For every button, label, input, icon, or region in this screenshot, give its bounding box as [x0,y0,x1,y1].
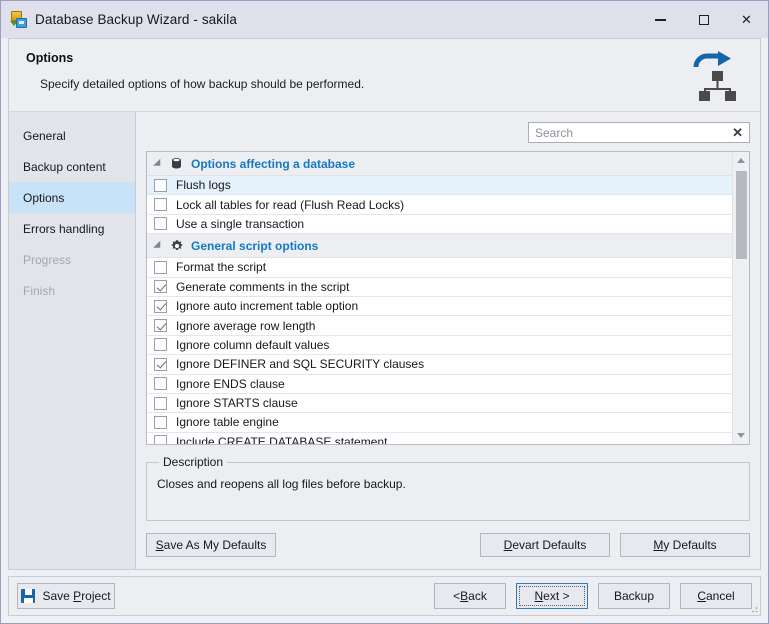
floppy-save-icon [21,589,36,603]
option-label: Lock all tables for read (Flush Read Loc… [176,197,405,212]
option-label: Flush logs [176,178,231,193]
checkbox[interactable] [154,377,167,391]
options-list-body: Options affecting a database Flush logs … [147,152,732,444]
option-label: Ignore table engine [176,415,279,430]
window-controls: ✕ [639,1,768,38]
option-row-use-a-single-transaction[interactable]: Use a single transaction [147,215,732,235]
save-project-button[interactable]: Save Project [17,583,115,609]
group-header-general-script-options[interactable]: General script options [147,234,732,259]
group-label: Options affecting a database [191,156,356,171]
sidebar-item-finish: Finish [23,283,56,298]
gear-icon [169,238,184,253]
option-label: Generate comments in the script [176,279,350,294]
options-content: ✕ [136,112,760,569]
option-label: Format the script [176,260,267,275]
search-row: ✕ [146,122,750,143]
search-input[interactable] [535,125,732,140]
checkbox[interactable] [154,299,167,313]
sidebar-item-progress: Progress [23,252,72,267]
option-row-generate-comments-in-the-script[interactable]: Generate comments in the script [147,278,732,297]
checkbox[interactable] [154,338,167,352]
option-row-ignore-definer-and-sql-security-clauses[interactable]: Ignore DEFINER and SQL SECURITY clauses [147,355,732,375]
option-row-lock-all-tables-for-read[interactable]: Lock all tables for read (Flush Read Loc… [147,195,732,215]
wizard-header: Options Specify detailed options of how … [8,38,761,111]
checkbox[interactable] [154,178,167,192]
scrollbar-thumb[interactable] [735,171,747,259]
option-row-include-create-database-statement[interactable]: Include CREATE DATABASE statement [147,433,732,444]
group-label: General script options [191,238,319,253]
scroll-down-arrow-icon[interactable] [733,427,750,444]
save-project-label: Save Project [42,589,111,603]
back-button[interactable]: < Back [434,583,506,609]
option-row-ignore-table-engine[interactable]: Ignore table engine [147,413,732,433]
clear-search-icon[interactable]: ✕ [731,126,744,139]
page-subtitle: Specify detailed options of how backup s… [40,77,365,91]
option-row-flush-logs[interactable]: Flush logs [147,176,732,196]
devart-defaults-button[interactable]: Devart Defaults [480,533,610,557]
option-label: Include CREATE DATABASE statement [176,434,388,444]
scrollbar-track[interactable] [733,169,750,427]
option-label: Ignore average row length [176,318,316,333]
maximize-icon [698,14,709,25]
wizard-footer: Save Project < Back Next > Backup Cancel [8,576,761,616]
defaults-buttons-row: Save As My Defaults Devart Defaults My D… [146,533,750,557]
title-bar: Database Backup Wizard - sakila ✕ [1,1,768,38]
options-list: Options affecting a database Flush logs … [146,151,750,445]
database-icon [169,156,184,171]
option-row-ignore-auto-increment-table-option[interactable]: Ignore auto increment table option [147,297,732,317]
checkbox[interactable] [154,198,167,212]
checkbox[interactable] [154,396,167,410]
backup-hierarchy-icon [690,51,742,101]
sidebar-item-general[interactable]: General [9,120,135,151]
save-as-my-defaults-button[interactable]: Save As My Defaults [146,533,276,557]
group-header-options-affecting-a-database[interactable]: Options affecting a database [147,152,732,176]
collapse-triangle-icon[interactable] [153,158,164,169]
option-label: Use a single transaction [176,216,305,231]
option-row-ignore-starts-clause[interactable]: Ignore STARTS clause [147,394,732,414]
window-title: Database Backup Wizard - sakila [35,12,237,27]
checkbox[interactable] [154,319,167,333]
checkbox[interactable] [154,260,167,274]
resize-grip-icon[interactable] [748,603,758,613]
option-label: Ignore STARTS clause [176,396,298,411]
search-box[interactable]: ✕ [528,122,750,143]
option-row-format-the-script[interactable]: Format the script [147,258,732,278]
my-defaults-button[interactable]: My Defaults [620,533,750,557]
maximize-button[interactable] [682,1,725,38]
backup-wizard-window: Database Backup Wizard - sakila ✕ Option… [0,0,769,624]
option-label: Ignore ENDS clause [176,376,285,391]
cancel-button[interactable]: Cancel [680,583,752,609]
wizard-nav-buttons: < Back Next > Backup Cancel [424,583,752,609]
minimize-icon [655,18,666,21]
backup-button[interactable]: Backup [598,583,670,609]
checkbox[interactable] [154,217,167,231]
option-label: Ignore column default values [176,337,330,352]
options-list-scrollbar[interactable] [732,152,749,444]
page-title: Options [26,51,74,65]
option-row-ignore-column-default-values[interactable]: Ignore column default values [147,336,732,356]
description-text: Closes and reopens all log files before … [157,477,406,491]
checkbox[interactable] [154,435,167,444]
wizard-steps-sidebar: General Backup content Options Errors ha… [9,112,136,569]
minimize-button[interactable] [639,1,682,38]
option-label: Ignore DEFINER and SQL SECURITY clauses [176,357,425,372]
sidebar-item-options[interactable]: Options [9,182,135,213]
database-save-icon [10,10,28,29]
description-legend: Description [163,455,224,469]
checkbox[interactable] [154,415,167,429]
collapse-triangle-icon[interactable] [153,240,164,251]
scroll-up-arrow-icon[interactable] [733,152,750,169]
option-row-ignore-average-row-length[interactable]: Ignore average row length [147,316,732,336]
sidebar-item-backup-content[interactable]: Backup content [9,151,135,182]
next-button[interactable]: Next > [516,583,588,609]
sidebar-item-errors-handling[interactable]: Errors handling [9,213,135,244]
option-row-ignore-ends-clause[interactable]: Ignore ENDS clause [147,375,732,394]
description-panel: Description Closes and reopens all log f… [146,455,750,521]
checkbox[interactable] [154,357,167,371]
option-label: Ignore auto increment table option [176,299,359,314]
wizard-body: General Backup content Options Errors ha… [8,111,761,570]
checkbox[interactable] [154,280,167,294]
close-button[interactable]: ✕ [725,1,768,38]
